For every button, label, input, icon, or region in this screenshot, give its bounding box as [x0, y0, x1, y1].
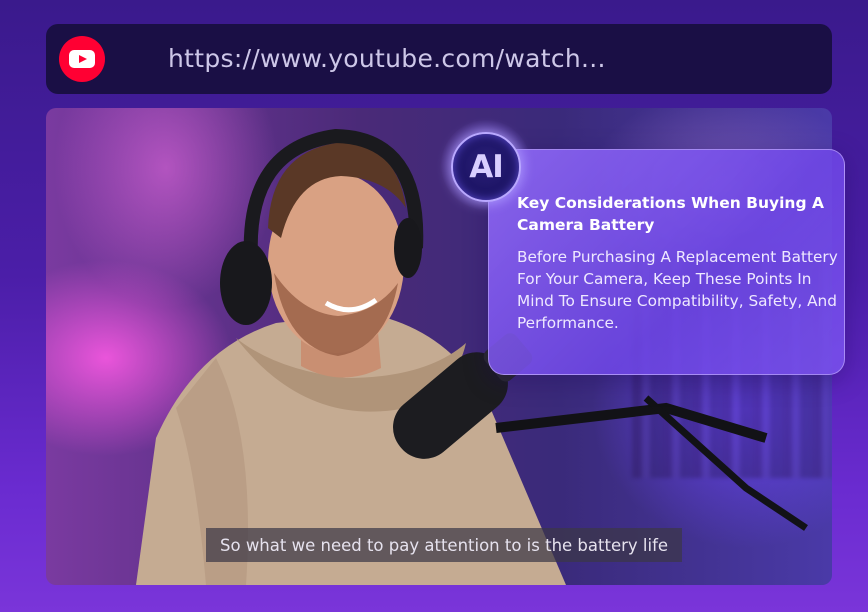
address-bar[interactable]: https://www.youtube.com/watch...	[46, 24, 832, 94]
video-subtitle: So what we need to pay attention to is t…	[206, 528, 683, 562]
ai-summary-title: Key Considerations When Buying A Camera …	[517, 194, 824, 234]
youtube-icon	[59, 36, 105, 82]
ai-summary-card: Key Considerations When Buying A Camera …	[488, 149, 845, 375]
url-text[interactable]: https://www.youtube.com/watch...	[168, 44, 606, 73]
ai-badge-icon[interactable]: AI	[451, 132, 521, 202]
ai-summary-body: Before Purchasing A Replacement Battery …	[517, 248, 838, 332]
